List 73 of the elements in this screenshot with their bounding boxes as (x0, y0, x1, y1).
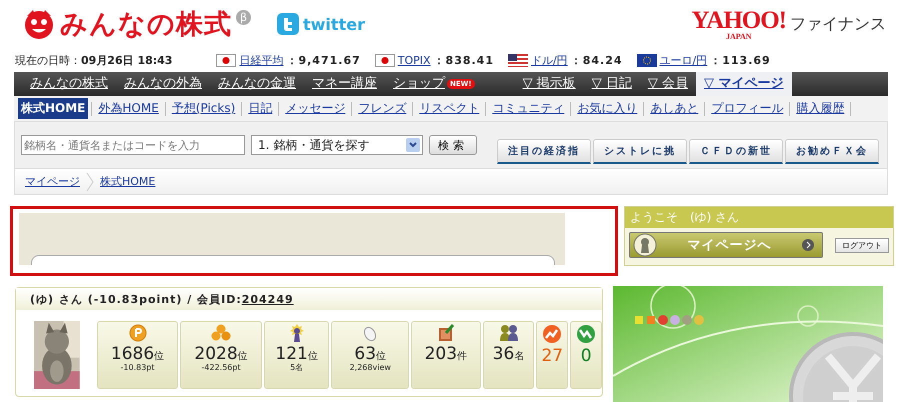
stat-value: 1686 (110, 344, 154, 364)
category-dropdown[interactable]: 1. 銘柄・通貨を探す (251, 135, 423, 155)
index-link[interactable]: ユーロ/円 (660, 52, 708, 68)
index-value: ：838.41 (434, 52, 494, 68)
index-link[interactable]: TOPIX (398, 54, 431, 66)
stat-detail: -422.56pt (202, 364, 241, 374)
stat-unit: 位 (308, 351, 318, 363)
stat-tile[interactable]: 121位 5名 (264, 321, 330, 389)
stat-tile[interactable]: 203件 (411, 321, 481, 389)
yahoo-logo[interactable]: YAHOO! (692, 8, 786, 32)
index-value: ：84.24 (570, 52, 623, 68)
subnav-link[interactable]: メッセージ (282, 98, 348, 119)
index-value: ：113.69 (710, 52, 771, 68)
beta-badge: β (236, 10, 251, 24)
stat-value: 0 (580, 346, 592, 366)
datetime-value: 09月26日 18:43 (81, 52, 172, 68)
site-logo[interactable]: みんなの株式 (60, 6, 232, 42)
subnav-link[interactable]: 外為HOME (95, 98, 162, 119)
feature-tab[interactable]: シストレに挑 (593, 139, 687, 164)
stat-value: 63 (354, 344, 376, 364)
index-link[interactable]: ドル/円 (531, 52, 568, 68)
breadcrumb-link[interactable]: 株式HOME (100, 174, 156, 189)
subnav-link[interactable]: お気に入り (574, 98, 640, 119)
logout-button[interactable]: ログアウト (835, 238, 889, 252)
stat-unit: 位 (376, 351, 386, 363)
nav-tab[interactable]: みんなの外為 (116, 72, 210, 96)
stat-tile[interactable]: 36名 (482, 321, 534, 389)
stat-value: 121 (275, 344, 308, 364)
nav-tab[interactable]: ▽ 掲示板 (514, 72, 584, 96)
service-name: ファイナンス (790, 14, 886, 34)
stat-detail: 2,268view (350, 364, 391, 374)
stat-tile[interactable]: 2028位 -422.56pt (180, 321, 262, 389)
index-value: ：9,471.67 (286, 52, 361, 68)
member-id-link[interactable]: 204249 (242, 292, 294, 306)
breadcrumb-link[interactable]: マイページ (25, 174, 80, 189)
subnav-link[interactable]: 予想(Picks) (168, 98, 238, 119)
member-name: (ゆ) さん (-10.83point) / 会員ID: (30, 292, 242, 306)
subnav-link[interactable]: 購入履歴 (793, 98, 848, 119)
nav-tab[interactable]: みんなの株式 (22, 72, 116, 96)
subnav-link[interactable]: プロフィール (708, 98, 786, 119)
nav-tab[interactable]: ▽ 会員 (640, 72, 696, 96)
stat-unit: 名 (514, 351, 524, 363)
search-button[interactable]: 検索 (429, 135, 477, 155)
welcome-title: ようこそ (ゆ) さん (625, 207, 893, 228)
nav-tab[interactable]: ▽ マイページ (696, 72, 792, 96)
subnav-link[interactable]: 株式HOME (18, 98, 88, 119)
stat-tile[interactable]: 63位 2,268view (331, 321, 410, 389)
stat-unit: 位 (154, 351, 164, 363)
stat-tile[interactable]: 0 (570, 321, 602, 389)
nav-tab[interactable]: みんなの金運 (210, 72, 304, 96)
feature-tab[interactable]: 注目の経済指 (497, 139, 591, 164)
stat-tile[interactable]: 1686位 -10.83pt (96, 321, 178, 389)
subnav-link[interactable]: あしあと (647, 98, 702, 119)
search-field[interactable]: 銘柄名・通貨名またはコードを入力 (21, 135, 245, 155)
stat-value: 203 (424, 344, 458, 364)
yahoo-logo-subtitle: JAPAN (726, 32, 752, 40)
datetime-label: 現在の日時： (15, 52, 81, 68)
stat-value: 36 (492, 344, 514, 364)
stat-unit: 位 (238, 351, 248, 363)
index-link[interactable]: 日経平均 (239, 52, 284, 68)
stat-value: 27 (541, 346, 564, 366)
feature-tab[interactable]: ＣＦＤの新世 (689, 139, 783, 164)
nav-tab[interactable]: ▽ 日記 (584, 72, 640, 96)
stat-value: 2028 (194, 344, 238, 364)
subnav-link[interactable]: 日記 (245, 98, 276, 119)
subnav-link[interactable]: コミュニティ (489, 98, 568, 119)
subnav-link[interactable]: フレンズ (355, 98, 410, 119)
stat-unit: 件 (457, 351, 468, 363)
nav-tab[interactable]: マネー講座 (304, 72, 385, 96)
stat-detail: -10.83pt (120, 364, 155, 374)
subnav-link[interactable]: リスペクト (416, 98, 482, 119)
stat-detail: 5名 (290, 364, 304, 374)
feature-tab[interactable]: お勧めＦＸ会 (785, 139, 879, 164)
